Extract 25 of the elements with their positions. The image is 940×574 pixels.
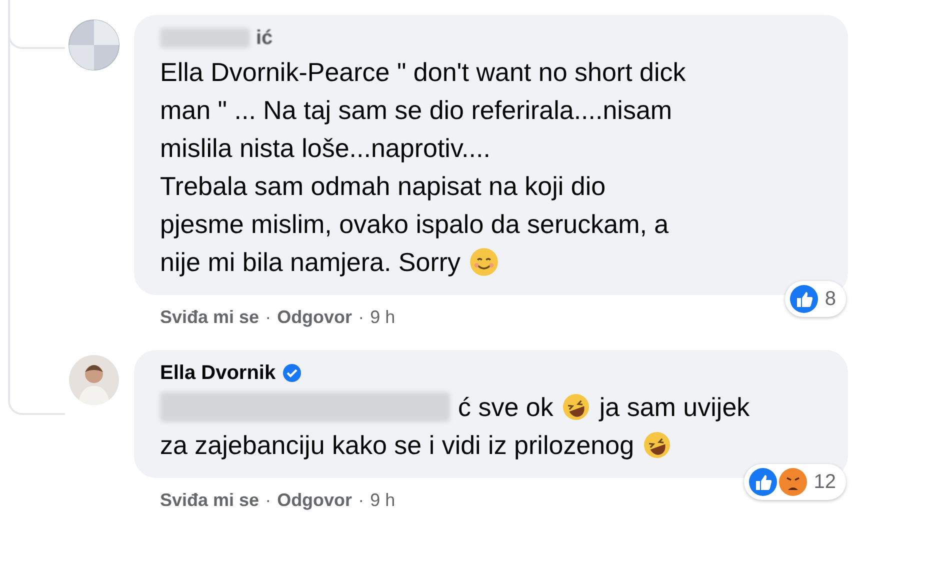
separator-dot: · bbox=[265, 490, 272, 511]
action-link[interactable]: Sviđa mi se bbox=[160, 490, 260, 511]
separator-dot: · bbox=[358, 307, 364, 328]
action-link[interactable]: Odgovor bbox=[277, 307, 352, 328]
reaction-count: 12 bbox=[814, 470, 836, 494]
author-name[interactable]: ić bbox=[256, 26, 273, 50]
comment-text: za zajebanciju kako se i vidi iz prilozenog bbox=[160, 429, 634, 462]
action-link[interactable]: Odgovor bbox=[277, 490, 352, 511]
comment-text: mislila nista loše...naprotiv.... bbox=[160, 132, 490, 165]
author-name[interactable]: Ella Dvornik bbox=[160, 362, 276, 384]
comment-text: Trebala sam odmah napisat na koji dio bbox=[160, 170, 606, 203]
action-link[interactable]: Sviđa mi se bbox=[160, 307, 260, 328]
separator-dot: · bbox=[265, 307, 272, 328]
timestamp: 9 h bbox=[370, 307, 396, 328]
comment-text: ja sam uvijek bbox=[599, 391, 750, 424]
comment-text: nije mi bila namjera. Sorry bbox=[160, 246, 461, 279]
reaction-count: 8 bbox=[824, 288, 836, 310]
timestamp: 9 h bbox=[370, 490, 396, 511]
separator-dot: · bbox=[358, 490, 364, 511]
reaction-summary[interactable]: 8 bbox=[784, 281, 846, 317]
reaction-summary[interactable]: 12 bbox=[744, 464, 846, 500]
comment-text: pjesme mislim, ovako ispalo da seruckam, a bbox=[160, 208, 669, 241]
comment-text: Ella Dvornik-Pearce " don't want no short dick bbox=[160, 56, 686, 89]
comment-text: man " ... Na taj sam se dio referirala....nisam bbox=[160, 94, 672, 127]
comment-text: ć sve ok bbox=[458, 391, 554, 424]
